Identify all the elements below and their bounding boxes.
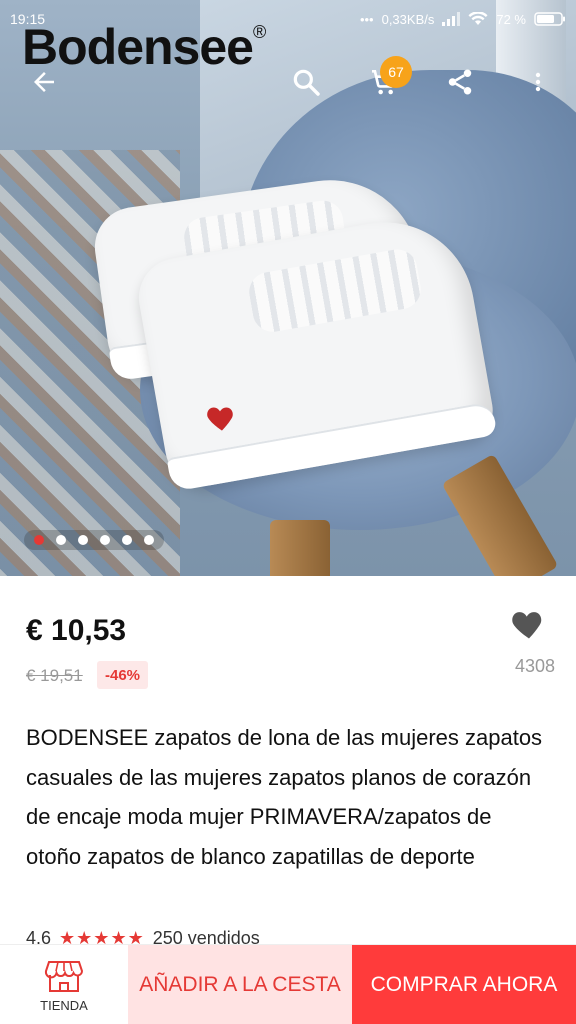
gallery-pagination (24, 530, 164, 550)
cart-count-badge: 67 (380, 56, 412, 88)
gallery-dot[interactable] (100, 535, 110, 545)
wifi-icon (468, 12, 488, 25)
product-info: € 10,53 € 19,51 -46% 4308 BODENSEE zapat… (0, 576, 576, 948)
gallery-dot[interactable] (144, 535, 154, 545)
bottom-action-bar: TIENDA AÑADIR A LA CESTA COMPRAR AHORA (0, 944, 576, 1024)
network-speed: 0,33KB/s (381, 11, 435, 27)
chair-leg (441, 453, 559, 576)
add-to-cart-button[interactable]: AÑADIR A LA CESTA (128, 945, 352, 1024)
top-navigation: 67 (0, 56, 576, 110)
heart-icon (512, 612, 542, 639)
store-label: TIENDA (40, 997, 88, 1013)
share-button[interactable] (438, 60, 482, 104)
chair-leg (270, 520, 330, 576)
discount-badge: -46% (97, 661, 149, 689)
store-button[interactable]: TIENDA (0, 945, 128, 1024)
gallery-dot[interactable] (122, 535, 132, 545)
more-options-button[interactable] (516, 60, 560, 104)
gallery-dot[interactable] (34, 535, 44, 545)
back-button[interactable] (22, 60, 66, 104)
store-icon (44, 960, 84, 992)
product-title: BODENSEE zapatos de lona de las mujeres … (26, 725, 543, 869)
buy-now-button[interactable]: COMPRAR AHORA (352, 945, 576, 1024)
gallery-dot[interactable] (56, 535, 66, 545)
more-vert-icon (535, 72, 541, 92)
signal-icon (442, 12, 461, 26)
gallery-dot[interactable] (78, 535, 88, 545)
current-price: € 10,53 (26, 614, 127, 647)
favorite-button[interactable] (510, 606, 558, 650)
battery-icon (534, 12, 565, 26)
share-icon (448, 69, 472, 95)
original-price: € 19,51 (26, 666, 83, 685)
favorites-count: 4308 (514, 656, 556, 676)
battery-percent: 72 % (496, 11, 526, 27)
dots-icon: ••• (359, 11, 374, 27)
search-button[interactable] (284, 60, 328, 104)
back-arrow-icon (34, 72, 54, 92)
search-icon (293, 69, 320, 96)
heart-patch-icon (207, 407, 233, 431)
